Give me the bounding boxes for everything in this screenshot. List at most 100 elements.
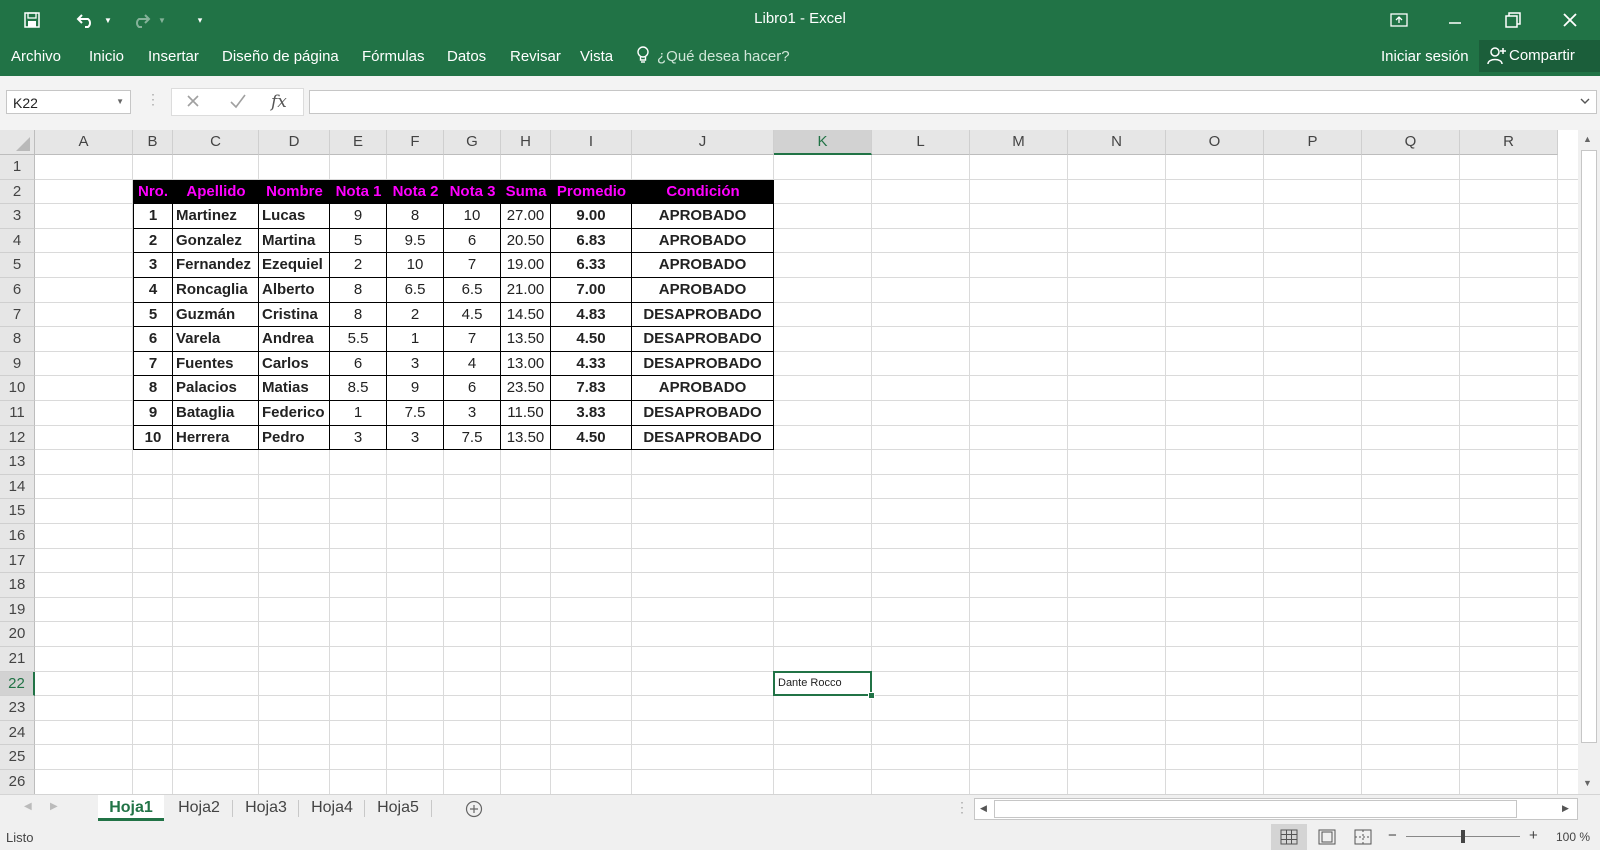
table-cell[interactable]: 6.83 bbox=[551, 228, 632, 254]
row-header[interactable]: 2 bbox=[0, 179, 35, 205]
table-cell[interactable]: Roncaglia bbox=[173, 278, 259, 303]
table-cell[interactable]: Carlos bbox=[259, 351, 330, 377]
table-cell[interactable]: 2 bbox=[387, 302, 444, 328]
table-cell[interactable]: 6.5 bbox=[444, 278, 501, 303]
table-cell[interactable]: Martina bbox=[259, 228, 330, 254]
table-cell[interactable]: 3 bbox=[133, 253, 173, 278]
table-cell[interactable]: 1 bbox=[387, 327, 444, 352]
row-header[interactable]: 7 bbox=[0, 302, 35, 328]
column-header[interactable]: D bbox=[259, 130, 330, 155]
table-cell[interactable]: 4 bbox=[444, 351, 501, 377]
table-cell[interactable]: 6 bbox=[330, 351, 387, 377]
minimize-icon[interactable] bbox=[1432, 4, 1478, 36]
table-cell[interactable]: 4.83 bbox=[551, 302, 632, 328]
table-cell[interactable]: Federico bbox=[259, 401, 330, 426]
tab-formulas[interactable]: Fórmulas bbox=[362, 48, 425, 65]
column-header[interactable]: J bbox=[632, 130, 774, 155]
table-cell[interactable]: 8 bbox=[387, 204, 444, 229]
row-header[interactable]: 20 bbox=[0, 622, 35, 647]
table-cell[interactable]: Martinez bbox=[173, 204, 259, 229]
table-cell[interactable]: 7.5 bbox=[387, 401, 444, 426]
column-header[interactable]: L bbox=[872, 130, 970, 155]
table-cell[interactable]: 6.5 bbox=[387, 278, 444, 303]
row-header[interactable]: 8 bbox=[0, 327, 35, 352]
tell-me-search[interactable]: ¿Qué desea hacer? bbox=[657, 48, 790, 65]
sheet-tab-hoja3[interactable]: Hoja3 bbox=[235, 795, 297, 821]
row-header[interactable]: 13 bbox=[0, 450, 35, 475]
row-header[interactable]: 6 bbox=[0, 278, 35, 303]
table-cell[interactable]: 7 bbox=[444, 327, 501, 352]
row-header[interactable]: 12 bbox=[0, 425, 35, 451]
table-cell[interactable]: Gonzalez bbox=[173, 228, 259, 254]
table-cell[interactable]: Palacios bbox=[173, 376, 259, 401]
insert-function-icon[interactable]: fx bbox=[271, 92, 287, 112]
expand-formula-bar-icon[interactable] bbox=[1579, 94, 1591, 111]
table-cell[interactable]: Matias bbox=[259, 376, 330, 401]
row-header[interactable]: 19 bbox=[0, 597, 35, 623]
table-header-cell[interactable]: Nota 1 bbox=[330, 179, 387, 205]
table-cell[interactable]: 10 bbox=[444, 204, 501, 229]
table-cell[interactable]: 6 bbox=[444, 228, 501, 254]
table-cell[interactable]: 13.50 bbox=[501, 327, 551, 352]
column-header[interactable]: K bbox=[774, 130, 872, 155]
sheet-tab-hoja1[interactable]: Hoja1 bbox=[98, 795, 164, 821]
table-cell[interactable]: DESAPROBADO bbox=[632, 425, 774, 451]
page-break-preview-icon[interactable] bbox=[1354, 829, 1372, 848]
scroll-down-icon[interactable]: ▼ bbox=[1583, 778, 1592, 788]
zoom-level[interactable]: 100 % bbox=[1556, 830, 1590, 844]
table-cell[interactable]: Fuentes bbox=[173, 351, 259, 377]
name-box[interactable]: K22 ▼ bbox=[6, 90, 131, 114]
vertical-scroll-thumb[interactable] bbox=[1581, 150, 1597, 743]
scroll-up-icon[interactable]: ▲ bbox=[1583, 134, 1592, 144]
table-cell[interactable]: 9.5 bbox=[387, 228, 444, 254]
tab-vista[interactable]: Vista bbox=[580, 48, 613, 65]
table-header-cell[interactable]: Nombre bbox=[259, 179, 330, 205]
fill-handle[interactable] bbox=[868, 692, 875, 700]
table-cell[interactable]: 10 bbox=[133, 425, 173, 451]
vertical-scrollbar[interactable]: ▲ ▼ bbox=[1578, 130, 1600, 794]
column-header[interactable]: M bbox=[970, 130, 1068, 155]
table-cell[interactable]: 7.5 bbox=[444, 425, 501, 451]
table-cell[interactable]: Pedro bbox=[259, 425, 330, 451]
table-cell[interactable]: 27.00 bbox=[501, 204, 551, 229]
table-cell[interactable]: 7 bbox=[444, 253, 501, 278]
table-cell[interactable]: 4.50 bbox=[551, 425, 632, 451]
row-header[interactable]: 18 bbox=[0, 573, 35, 598]
row-header[interactable]: 16 bbox=[0, 524, 35, 549]
enter-icon[interactable] bbox=[229, 92, 247, 113]
normal-view-button[interactable] bbox=[1271, 824, 1307, 850]
table-cell[interactable]: DESAPROBADO bbox=[632, 351, 774, 377]
row-header[interactable]: 23 bbox=[0, 696, 35, 721]
tab-datos[interactable]: Datos bbox=[447, 48, 486, 65]
column-header[interactable]: R bbox=[1460, 130, 1558, 155]
table-cell[interactable]: DESAPROBADO bbox=[632, 302, 774, 328]
table-cell[interactable]: 23.50 bbox=[501, 376, 551, 401]
table-header-cell[interactable]: Apellido bbox=[173, 179, 259, 205]
table-cell[interactable]: Andrea bbox=[259, 327, 330, 352]
close-icon[interactable] bbox=[1547, 4, 1593, 36]
table-cell[interactable]: 2 bbox=[133, 228, 173, 254]
row-header[interactable]: 15 bbox=[0, 499, 35, 524]
select-all-corner[interactable] bbox=[0, 130, 35, 155]
table-cell[interactable]: 7.83 bbox=[551, 376, 632, 401]
row-header[interactable]: 3 bbox=[0, 204, 35, 229]
new-sheet-icon[interactable] bbox=[465, 800, 483, 821]
tab-revisar[interactable]: Revisar bbox=[510, 48, 561, 65]
table-cell[interactable]: 19.00 bbox=[501, 253, 551, 278]
column-header[interactable]: H bbox=[501, 130, 551, 155]
table-header-cell[interactable]: Nota 3 bbox=[444, 179, 501, 205]
table-cell[interactable]: 4.50 bbox=[551, 327, 632, 352]
table-cell[interactable]: 9.00 bbox=[551, 204, 632, 229]
table-cell[interactable]: 3 bbox=[387, 425, 444, 451]
table-cell[interactable]: 4.33 bbox=[551, 351, 632, 377]
zoom-out-icon[interactable]: − bbox=[1388, 827, 1397, 844]
column-header[interactable]: C bbox=[173, 130, 259, 155]
table-cell[interactable]: 1 bbox=[330, 401, 387, 426]
table-cell[interactable]: 3.83 bbox=[551, 401, 632, 426]
table-header-cell[interactable]: Condición bbox=[632, 179, 774, 205]
lightbulb-icon[interactable] bbox=[636, 46, 650, 68]
table-cell[interactable]: 8 bbox=[330, 302, 387, 328]
row-header[interactable]: 24 bbox=[0, 720, 35, 746]
row-header[interactable]: 1 bbox=[0, 155, 35, 180]
column-header[interactable]: A bbox=[35, 130, 133, 155]
